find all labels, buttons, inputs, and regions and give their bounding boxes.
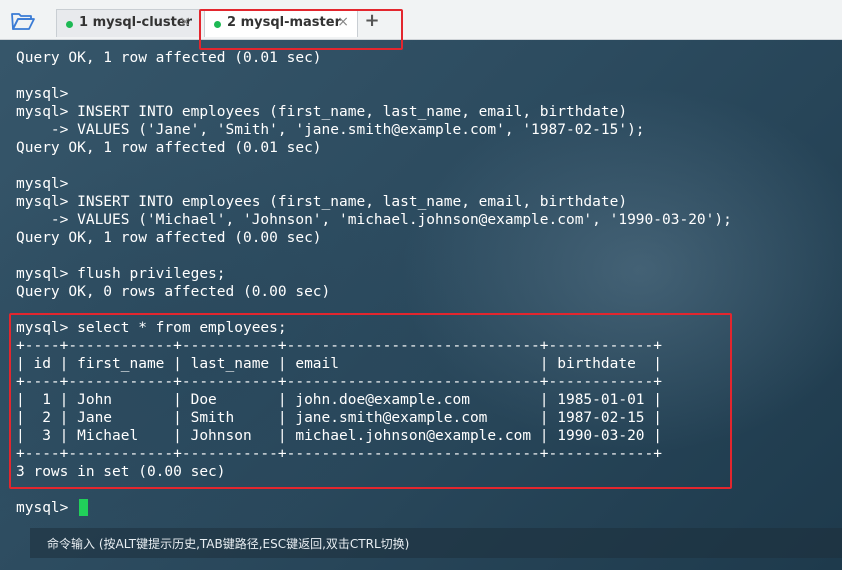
terminal-line: mysql> [16,176,69,192]
terminal-line: | 1 | John | Doe | john.doe@example.com … [16,392,663,408]
terminal-line: -> VALUES ('Jane', 'Smith', 'jane.smith@… [16,122,645,138]
close-icon[interactable]: × [337,14,349,30]
terminal-line: | id | first_name | last_name | email | … [16,356,663,372]
terminal-line: mysql> [16,86,69,102]
terminal-line: +----+------------+-----------+---------… [16,446,663,462]
folder-icon[interactable] [10,9,36,33]
terminal-line: mysql> INSERT INTO employees (first_name… [16,194,628,210]
terminal-line: +----+------------+-----------+---------… [16,338,663,354]
tab-mysql-master[interactable]: 2 mysql-master × [204,9,358,37]
add-tab-button[interactable]: + [362,10,382,32]
terminal-line: mysql> flush privileges; [16,266,226,282]
status-dot-icon [214,21,221,28]
terminal-line: | 2 | Jane | Smith | jane.smith@example.… [16,410,663,426]
terminal-line: mysql> select * from employees; [16,320,287,336]
tab-label: 2 mysql-master [227,15,341,30]
tab-bar: 1 mysql-cluster × 2 mysql-master × + [0,0,842,40]
command-input-bar[interactable]: 命令输入 (按ALT键提示历史,TAB键路径,ESC键返回,双击CTRL切换) [30,528,842,558]
terminal-line: | 3 | Michael | Johnson | michael.johnso… [16,428,663,444]
terminal-output[interactable]: Query OK, 1 row affected (0.01 sec) mysql… [0,40,842,570]
terminal-cursor [79,499,88,516]
terminal-line: Query OK, 0 rows affected (0.00 sec) [16,284,331,300]
terminal-line: +----+------------+-----------+---------… [16,374,663,390]
status-dot-icon [66,21,73,28]
tab-label: 1 mysql-cluster [79,15,193,30]
terminal-line: mysql> [16,500,78,516]
terminal-line: mysql> INSERT INTO employees (first_name… [16,104,628,120]
close-icon[interactable]: × [179,14,191,30]
tab-mysql-cluster[interactable]: 1 mysql-cluster × [56,9,200,37]
terminal-line: Query OK, 1 row affected (0.00 sec) [16,230,322,246]
terminal-line: 3 rows in set (0.00 sec) [16,464,226,480]
terminal-line: -> VALUES ('Michael', 'Johnson', 'michae… [16,212,732,228]
terminal-line: Query OK, 1 row affected (0.01 sec) [16,140,322,156]
command-hint: 命令输入 (按ALT键提示历史,TAB键路径,ESC键返回,双击CTRL切换) [47,537,410,551]
terminal-line: Query OK, 1 row affected (0.01 sec) [16,50,322,66]
